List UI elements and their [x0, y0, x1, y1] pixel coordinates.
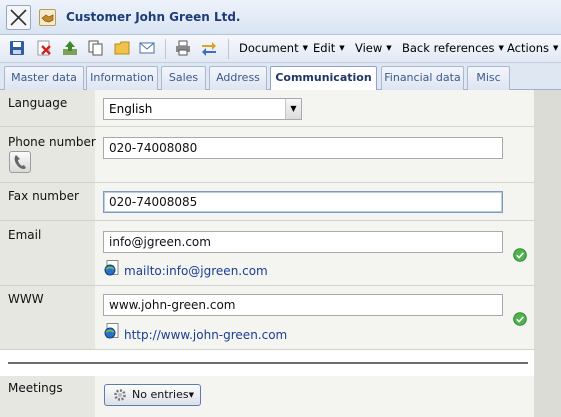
- language-value: English: [109, 102, 153, 116]
- web-link-icon: [104, 260, 119, 276]
- meetings-button-label: No entries: [132, 388, 189, 401]
- tab-communication[interactable]: Communication: [270, 66, 377, 91]
- meetings-label: Meetings: [8, 381, 63, 395]
- chevron-down-icon: ▼: [302, 44, 308, 52]
- mail-icon[interactable]: [139, 40, 155, 56]
- www-field[interactable]: www.john-green.com: [103, 294, 503, 316]
- email-field[interactable]: info@jgreen.com: [103, 231, 503, 253]
- www-url-link[interactable]: http://www.john-green.com: [124, 328, 287, 342]
- folder-icon[interactable]: [114, 40, 130, 56]
- transfer-icon[interactable]: [201, 40, 217, 56]
- title-bar: Customer John Green Ltd.: [0, 0, 561, 35]
- meetings-dropdown-button[interactable]: No entries ▼: [104, 384, 201, 406]
- menu-edit-label: Edit: [313, 41, 336, 55]
- language-label: Language: [8, 96, 68, 110]
- toolbar-separator: [228, 39, 229, 59]
- copy-icon[interactable]: [88, 40, 104, 56]
- print-icon[interactable]: [175, 40, 191, 56]
- menu-document[interactable]: Document ▼: [239, 41, 308, 55]
- fax-label: Fax number: [8, 189, 79, 203]
- chevron-down-icon: ▼: [386, 44, 392, 52]
- phone-label: Phone number: [8, 135, 96, 149]
- divider-line: [8, 362, 528, 364]
- close-icon: [10, 9, 27, 26]
- menu-view-label: View: [355, 41, 383, 55]
- phone-icon: [14, 155, 26, 169]
- email-label: Email: [8, 228, 42, 242]
- section-divider: [0, 350, 534, 376]
- chevron-down-icon: ▼: [553, 44, 559, 52]
- menu-actions-label: Actions: [507, 41, 550, 55]
- gear-icon: [114, 389, 126, 401]
- menu-back-references-label: Back references: [402, 41, 495, 55]
- chevron-down-icon: ▼: [498, 44, 504, 52]
- customer-handshake-icon: [39, 9, 56, 26]
- menu-edit[interactable]: Edit ▼: [313, 41, 345, 55]
- tab-information[interactable]: Information: [86, 66, 158, 90]
- tab-bar: Master data Information Sales Address Co…: [0, 63, 561, 91]
- toolbar-separator: [165, 39, 166, 59]
- web-link-icon: [104, 323, 119, 339]
- window-title: Customer John Green Ltd.: [66, 10, 241, 24]
- phone-field[interactable]: 020-74008080: [103, 137, 503, 159]
- close-button[interactable]: [6, 5, 31, 30]
- tab-financial-data[interactable]: Financial data: [381, 66, 464, 90]
- tab-misc[interactable]: Misc: [467, 66, 510, 90]
- email-mailto-link[interactable]: mailto:info@jgreen.com: [124, 264, 268, 278]
- menu-document-label: Document: [239, 41, 299, 55]
- www-label: WWW: [8, 292, 44, 306]
- chevron-down-icon: ▼: [188, 391, 194, 399]
- tab-address[interactable]: Address: [209, 66, 267, 90]
- check-icon: [513, 312, 527, 326]
- fax-field[interactable]: 020-74008085: [103, 191, 503, 213]
- tab-sales[interactable]: Sales: [161, 66, 206, 90]
- dial-phone-button[interactable]: [9, 151, 31, 173]
- right-panel-background: [534, 90, 561, 417]
- language-select[interactable]: English ▼: [103, 98, 302, 120]
- delete-icon[interactable]: [36, 40, 52, 56]
- menu-actions[interactable]: Actions ▼: [507, 41, 558, 55]
- chevron-down-icon[interactable]: ▼: [285, 99, 301, 119]
- chevron-down-icon: ▼: [339, 44, 345, 52]
- menu-back-references[interactable]: Back references ▼: [402, 41, 504, 55]
- meetings-row: [0, 376, 534, 417]
- toolbar: Document ▼ Edit ▼ View ▼ Back references ▼ A…: [0, 35, 561, 63]
- save-icon[interactable]: [9, 40, 25, 56]
- menu-view[interactable]: View ▼: [355, 41, 392, 55]
- upload-icon[interactable]: [62, 40, 78, 56]
- check-icon: [513, 248, 527, 262]
- tab-master-data[interactable]: Master data: [4, 66, 84, 90]
